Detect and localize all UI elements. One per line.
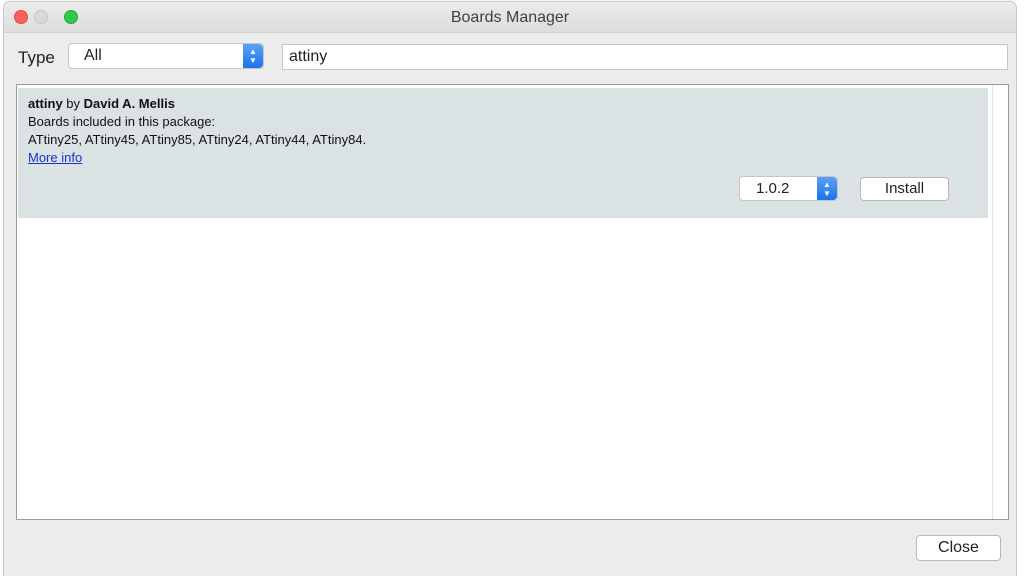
entry-by: by [66, 96, 81, 111]
updown-chevron-icon: ▲ ▼ [243, 44, 263, 68]
type-select-value: All [84, 47, 102, 64]
entry-author: David A. Mellis [83, 96, 175, 111]
scrollbar-track[interactable] [992, 85, 993, 519]
list-item-attiny[interactable]: attiny by David A. Mellis Boards include… [18, 88, 988, 218]
more-info-link[interactable]: More info [28, 150, 82, 165]
background-app-right [1016, 0, 1024, 576]
install-button[interactable]: Install [860, 177, 949, 201]
version-select[interactable]: 1.0.2 ▲ ▼ [739, 176, 838, 201]
title-bar: Boards Manager [4, 2, 1016, 33]
boards-list[interactable]: attiny by David A. Mellis Boards include… [16, 84, 1009, 520]
type-label: Type [18, 48, 55, 67]
version-select-value: 1.0.2 [756, 180, 790, 197]
boards-manager-window: Boards Manager Type All ▲ ▼ attiny attiny… [4, 2, 1016, 576]
entry-boards-list: ATtiny25, ATtiny45, ATtiny85, ATtiny24, … [28, 132, 367, 147]
type-select[interactable]: All ▲ ▼ [68, 43, 264, 69]
entry-name: attiny [28, 96, 63, 111]
search-input-value: attiny [289, 48, 328, 65]
search-input[interactable]: attiny [282, 44, 1008, 70]
entry-boards-heading: Boards included in this package: [28, 114, 216, 129]
entry-title: attiny by David A. Mellis [28, 96, 175, 111]
close-button[interactable]: Close [916, 535, 1001, 561]
window-title: Boards Manager [450, 9, 570, 26]
updown-chevron-icon: ▲ ▼ [817, 177, 837, 200]
